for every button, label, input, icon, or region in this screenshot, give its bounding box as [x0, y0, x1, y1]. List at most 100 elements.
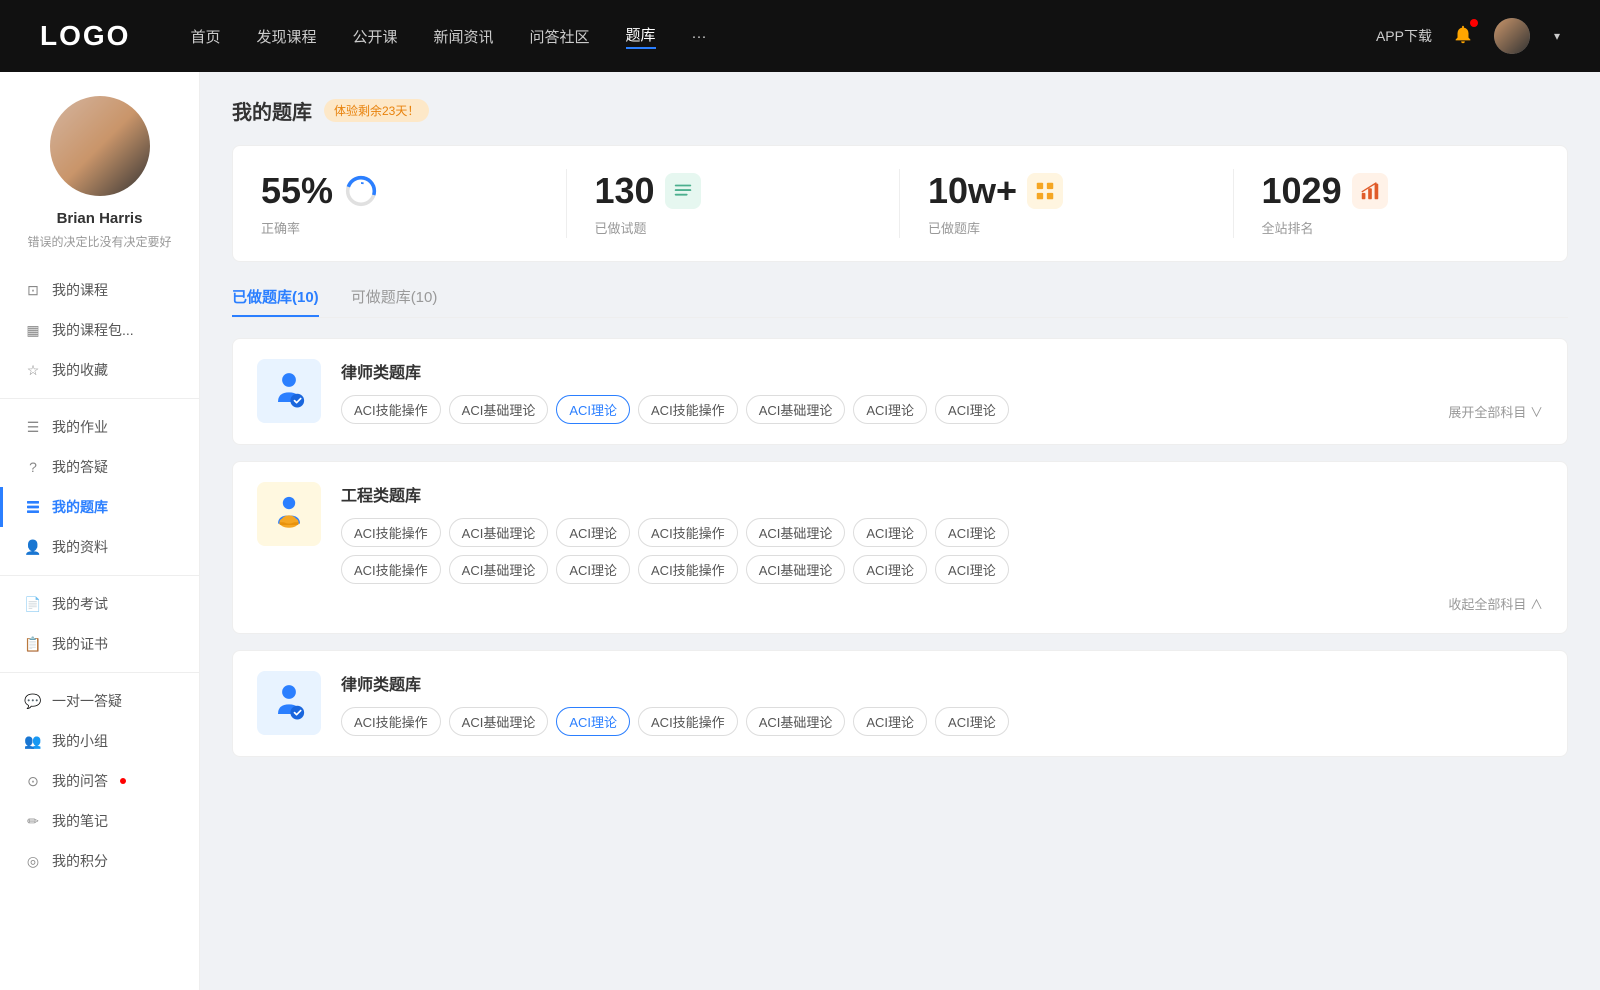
tag-active[interactable]: ACI理论 [556, 395, 630, 424]
bar-chart-icon [1359, 180, 1381, 202]
tag[interactable]: ACI基础理论 [449, 518, 549, 547]
qbank-title-1: 律师类题库 [341, 359, 1543, 383]
tag[interactable]: ACI理论 [935, 555, 1009, 584]
tag[interactable]: ACI技能操作 [638, 395, 738, 424]
sidebar-item-qa[interactable]: ? 我的答疑 [0, 447, 199, 487]
app-download-button[interactable]: APP下载 [1376, 26, 1432, 46]
sidebar-item-homework[interactable]: ☰ 我的作业 [0, 407, 199, 447]
qbank-icon-wrap [257, 359, 321, 423]
sidebar-item-qbank[interactable]: 我的题库 [0, 487, 199, 527]
tag[interactable]: ACI技能操作 [638, 707, 738, 736]
nav-news[interactable]: 新闻资讯 [434, 26, 494, 47]
sidebar-item-label: 我的答疑 [52, 457, 108, 477]
sidebar-item-profile[interactable]: 👤 我的资料 [0, 527, 199, 567]
sidebar-item-label: 我的考试 [52, 594, 108, 614]
page-title: 我的题库 [232, 96, 312, 125]
stats-row: 55% 正确率 130 [232, 145, 1568, 262]
nav-more[interactable]: ··· [692, 28, 707, 45]
tag[interactable]: ACI技能操作 [341, 707, 441, 736]
nav-home[interactable]: 首页 [190, 26, 220, 47]
tag[interactable]: ACI理论 [853, 555, 927, 584]
tag[interactable]: ACI理论 [556, 555, 630, 584]
sidebar-item-myqa[interactable]: ⊙ 我的问答 [0, 761, 199, 801]
tag[interactable]: ACI技能操作 [638, 518, 738, 547]
tag[interactable]: ACI理论 [853, 518, 927, 547]
stat-label-accuracy: 正确率 [261, 218, 300, 237]
nav-qbank[interactable]: 题库 [626, 24, 656, 49]
tag[interactable]: ACI技能操作 [638, 555, 738, 584]
tag[interactable]: ACI理论 [935, 395, 1009, 424]
tag[interactable]: ACI技能操作 [341, 518, 441, 547]
tutoring-icon: 💬 [24, 692, 42, 710]
tag[interactable]: ACI技能操作 [341, 395, 441, 424]
banks-icon [1027, 173, 1063, 209]
tag[interactable]: ACI技能操作 [341, 555, 441, 584]
tag[interactable]: ACI基础理论 [746, 707, 846, 736]
tag[interactable]: ACI基础理论 [449, 707, 549, 736]
navbar: LOGO 首页 发现课程 公开课 新闻资讯 问答社区 题库 ··· APP下载 … [0, 0, 1600, 72]
profile-icon: 👤 [24, 538, 42, 556]
sidebar-item-exam[interactable]: 📄 我的考试 [0, 584, 199, 624]
unread-dot [120, 778, 126, 784]
qbank-card-lawyer-2: 律师类题库 ACI技能操作 ACI基础理论 ACI理论 ACI技能操作 ACI基… [232, 650, 1568, 757]
tag[interactable]: ACI基础理论 [746, 555, 846, 584]
stat-questions-done: 130 已做试题 [567, 146, 901, 261]
tag[interactable]: ACI理论 [935, 707, 1009, 736]
stat-label-banks: 已做题库 [928, 218, 980, 237]
tag[interactable]: ACI基础理论 [746, 518, 846, 547]
navbar-right: APP下载 ▾ [1376, 18, 1560, 54]
user-avatar-nav[interactable] [1494, 18, 1530, 54]
stat-value-rank: 1029 [1262, 170, 1342, 212]
main-content: 我的题库 体验剩余23天！ 55% 正确率 [200, 72, 1600, 990]
sidebar-item-group[interactable]: 👥 我的小组 [0, 721, 199, 761]
user-name: Brian Harris [57, 210, 143, 227]
nav-opencourse[interactable]: 公开课 [352, 26, 397, 47]
tab-available[interactable]: 可做题库(10) [351, 286, 438, 317]
collapse-link[interactable]: 收起全部科目 ∧ [341, 594, 1543, 613]
nav-qa[interactable]: 问答社区 [530, 26, 590, 47]
qbank-title-2: 工程类题库 [341, 482, 1543, 506]
sidebar-item-tutoring[interactable]: 💬 一对一答疑 [0, 681, 199, 721]
tag-active-3[interactable]: ACI理论 [556, 707, 630, 736]
star-icon: ☆ [24, 361, 42, 379]
lawyer-icon-2 [267, 681, 311, 725]
nav-discover[interactable]: 发现课程 [256, 26, 316, 47]
user-menu-chevron[interactable]: ▾ [1554, 29, 1560, 43]
tag[interactable]: ACI基础理论 [746, 395, 846, 424]
tag[interactable]: ACI基础理论 [449, 555, 549, 584]
expand-link-1[interactable]: 展开全部科目 ∨ [1448, 402, 1543, 421]
grid-icon [1034, 180, 1056, 202]
list-icon [672, 180, 694, 202]
divider-3 [0, 672, 199, 673]
stat-correct-rate: 55% 正确率 [233, 146, 567, 261]
tag[interactable]: ACI理论 [935, 518, 1009, 547]
notification-bell[interactable] [1452, 23, 1474, 50]
sidebar-item-course-packages[interactable]: ▦ 我的课程包... [0, 310, 199, 350]
stat-value-banks: 10w+ [928, 170, 1017, 212]
sidebar-item-notes[interactable]: ✏ 我的笔记 [0, 801, 199, 841]
sidebar-item-certificate[interactable]: 📋 我的证书 [0, 624, 199, 664]
questions-icon [665, 173, 701, 209]
packages-icon: ▦ [24, 321, 42, 339]
sidebar-item-points[interactable]: ◎ 我的积分 [0, 841, 199, 881]
sidebar-item-label: 我的题库 [52, 497, 108, 517]
engineer-icon [267, 492, 311, 536]
tag[interactable]: ACI理论 [853, 707, 927, 736]
sidebar-item-favorites[interactable]: ☆ 我的收藏 [0, 350, 199, 390]
page-header: 我的题库 体验剩余23天！ [232, 96, 1568, 125]
tag[interactable]: ACI基础理论 [449, 395, 549, 424]
qa-icon: ? [24, 458, 42, 476]
stat-rank: 1029 全站排名 [1234, 146, 1568, 261]
tab-done[interactable]: 已做题库(10) [232, 286, 319, 317]
divider-1 [0, 398, 199, 399]
qbank-header: 律师类题库 ACI技能操作 ACI基础理论 ACI理论 ACI技能操作 ACI基… [257, 359, 1543, 424]
sidebar-item-label: 我的作业 [52, 417, 108, 437]
stat-value-row-4: 1029 [1262, 170, 1388, 212]
sidebar-item-courses[interactable]: ⊡ 我的课程 [0, 270, 199, 310]
tag[interactable]: ACI理论 [556, 518, 630, 547]
user-motto: 错误的决定比没有决定要好 [11, 233, 187, 250]
sidebar-item-label: 我的收藏 [52, 360, 108, 380]
tag[interactable]: ACI理论 [853, 395, 927, 424]
sidebar-item-label: 我的课程包... [52, 320, 134, 340]
tabs-row: 已做题库(10) 可做题库(10) [232, 286, 1568, 318]
